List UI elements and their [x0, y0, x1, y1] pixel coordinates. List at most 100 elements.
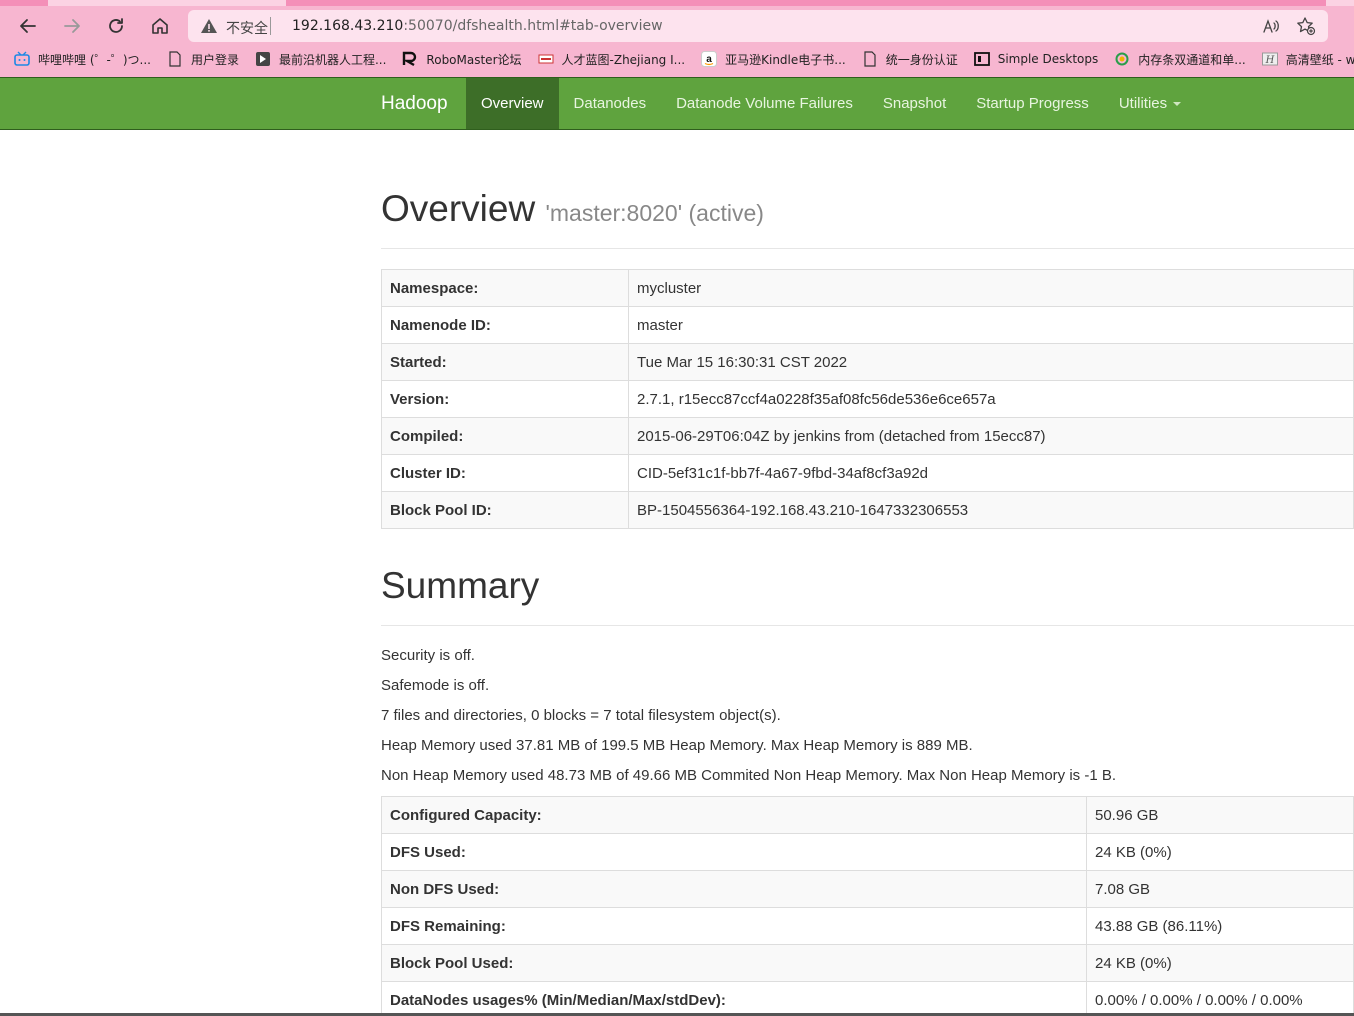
- bookmark-label: 统一身份认证: [885, 52, 958, 67]
- robot-icon: [255, 51, 271, 67]
- row-value: master: [628, 306, 1354, 344]
- arrow-right-icon: [64, 19, 80, 33]
- add-favorite-icon[interactable]: [1296, 16, 1316, 36]
- nav-tab-overview[interactable]: Overview: [466, 78, 559, 129]
- nav-label: Snapshot: [882, 95, 947, 112]
- tab-strip: [0, 0, 1354, 6]
- bookmark-label: 高清壁纸 - wallhave...: [1285, 52, 1354, 67]
- safemode-status: Safemode is off.: [381, 677, 490, 694]
- bookmark-item[interactable]: 哔哩哔哩 (゜-゜)つ...: [14, 51, 151, 68]
- filesystem-objects: 7 files and directories, 0 blocks = 7 to…: [381, 707, 781, 724]
- row-value: BP-1504556364-192.168.43.210-16473323065…: [628, 491, 1354, 529]
- table-row: DataNodes usages% (Min/Median/Max/stdDev…: [381, 981, 1354, 1016]
- site-icon: [1114, 51, 1130, 67]
- nav-tab-startup-progress[interactable]: Startup Progress: [961, 78, 1104, 129]
- svg-text:a: a: [706, 54, 712, 65]
- reload-button[interactable]: [102, 12, 130, 40]
- not-secure-label[interactable]: 不安全: [226, 18, 268, 38]
- nav-label: Datanode Volume Failures: [676, 95, 853, 112]
- page-icon: [862, 51, 878, 67]
- table-row: Block Pool ID: BP-1504556364-192.168.43.2…: [381, 491, 1354, 529]
- overview-subtitle: 'master:8020' (active): [545, 200, 764, 226]
- bookmark-label: 哔哩哔哩 (゜-゜)つ...: [38, 52, 151, 67]
- arrow-left-icon: [20, 19, 36, 33]
- nav-label: Startup Progress: [976, 95, 1089, 112]
- nav-label: Datanodes: [573, 95, 647, 112]
- table-row: Cluster ID: CID-5ef31c1f-bb7f-4a67-9fbd-3…: [381, 454, 1354, 492]
- row-key: Block Pool Used:: [381, 944, 1087, 982]
- summary-table: Configured Capacity: 50.96 GB DFS Used: 24…: [381, 796, 1354, 1016]
- bookmark-item[interactable]: 人才蓝图-Zhejiang I...: [538, 51, 686, 68]
- page-title: Overview 'master:8020' (active): [381, 188, 1354, 230]
- table-row: DFS Remaining: 43.88 GB (86.11%): [381, 907, 1354, 945]
- bookmark-item[interactable]: Simple Desktops: [973, 51, 1099, 67]
- simple-desktops-icon: [973, 51, 990, 67]
- row-key: Cluster ID:: [381, 454, 629, 492]
- row-key: Namespace:: [381, 269, 629, 307]
- nav-label: Utilities: [1118, 95, 1168, 112]
- nav-tab-snapshot[interactable]: Snapshot: [868, 78, 961, 129]
- bookmark-item[interactable]: 用户登录: [167, 51, 239, 68]
- url-path: :50070/dfshealth.html#tab-overview: [403, 18, 663, 34]
- nav-dropdown-utilities[interactable]: Utilities: [1104, 78, 1196, 129]
- bookmark-label: Simple Desktops: [997, 52, 1099, 66]
- brand-link[interactable]: Hadoop: [381, 93, 448, 115]
- forward-button[interactable]: [58, 12, 86, 40]
- home-icon: [152, 18, 168, 34]
- bookmark-item[interactable]: 内存条双通道和单...: [1114, 51, 1246, 68]
- row-key: DFS Used:: [381, 833, 1087, 871]
- caret-down-icon: [1173, 101, 1182, 106]
- row-value: Tue Mar 15 16:30:31 CST 2022: [628, 343, 1354, 381]
- row-value: CID-5ef31c1f-bb7f-4a67-9fbd-34af8cf3a92d: [628, 454, 1354, 492]
- row-key: Block Pool ID:: [381, 491, 629, 529]
- divider: [270, 17, 271, 35]
- row-value: 2015-06-29T06:04Z by jenkins from (detac…: [628, 417, 1354, 455]
- bookmark-label: 人才蓝图-Zhejiang I...: [561, 52, 686, 67]
- site-icon: [538, 51, 554, 67]
- bookmark-item[interactable]: RoboMaster论坛: [402, 51, 522, 68]
- browser-chrome: 不安全 192.168.43.210:50070/dfshealth.html#…: [0, 0, 1354, 77]
- row-key: DFS Remaining:: [381, 907, 1087, 945]
- nav-menu: Overview Datanodes Datanode Volume Failu…: [466, 78, 1196, 129]
- row-value: 24 KB (0%): [1086, 944, 1354, 982]
- row-value: 24 KB (0%): [1086, 833, 1354, 871]
- row-key: Namenode ID:: [381, 306, 629, 344]
- nav-tab-datanodes[interactable]: Datanodes: [559, 78, 662, 129]
- main-content: Overview 'master:8020' (active) Namespac…: [381, 130, 1354, 1016]
- row-key: Compiled:: [381, 417, 629, 455]
- table-row: Compiled: 2015-06-29T06:04Z by jenkins fr…: [381, 417, 1354, 455]
- security-status: Security is off.: [381, 647, 475, 664]
- url-text[interactable]: 192.168.43.210:50070/dfshealth.html#tab-…: [292, 18, 663, 34]
- nav-tab-datanode-volume-failures[interactable]: Datanode Volume Failures: [661, 78, 868, 129]
- read-aloud-icon[interactable]: [1262, 17, 1280, 35]
- row-key: Version:: [381, 380, 629, 418]
- bookmark-item[interactable]: 统一身份认证: [862, 51, 958, 68]
- row-value: mycluster: [628, 269, 1354, 307]
- table-row: Block Pool Used: 24 KB (0%): [381, 944, 1354, 982]
- navbar: Hadoop Overview Datanodes Datanode Volum…: [0, 77, 1354, 130]
- home-button[interactable]: [146, 12, 174, 40]
- row-key: Started:: [381, 343, 629, 381]
- page-icon: [167, 51, 183, 67]
- heap-memory: Heap Memory used 37.81 MB of 199.5 MB He…: [381, 737, 973, 754]
- bookmark-label: 用户登录: [190, 52, 239, 67]
- address-bar[interactable]: 不安全 192.168.43.210:50070/dfshealth.html#…: [188, 10, 1328, 42]
- row-value: 43.88 GB (86.11%): [1086, 907, 1354, 945]
- table-row: Configured Capacity: 50.96 GB: [381, 796, 1354, 834]
- row-key: Configured Capacity:: [381, 796, 1087, 834]
- bookmark-item[interactable]: 最前沿机器人工程...: [255, 51, 386, 68]
- nav-label: Overview: [481, 95, 544, 112]
- bookmark-label: 最前沿机器人工程...: [278, 52, 387, 67]
- active-tab[interactable]: [48, 0, 286, 6]
- tab[interactable]: [1326, 0, 1354, 6]
- table-row: Started: Tue Mar 15 16:30:31 CST 2022: [381, 343, 1354, 381]
- non-heap-memory: Non Heap Memory used 48.73 MB of 49.66 M…: [381, 767, 1117, 784]
- bookmark-item[interactable]: a 亚马逊Kindle电子书...: [701, 51, 846, 68]
- wallhaven-icon: H: [1261, 51, 1278, 67]
- table-row: Non DFS Used: 7.08 GB: [381, 870, 1354, 908]
- summary-title: Summary: [381, 565, 540, 606]
- row-value: 0.00% / 0.00% / 0.00% / 0.00%: [1086, 981, 1354, 1016]
- bookmark-item[interactable]: H 高清壁纸 - wallhave...: [1261, 51, 1354, 68]
- back-button[interactable]: [14, 12, 42, 40]
- bookmarks-bar: 哔哩哔哩 (゜-゜)つ... 用户登录 最前沿机器人工程... RoboMast…: [0, 48, 1354, 70]
